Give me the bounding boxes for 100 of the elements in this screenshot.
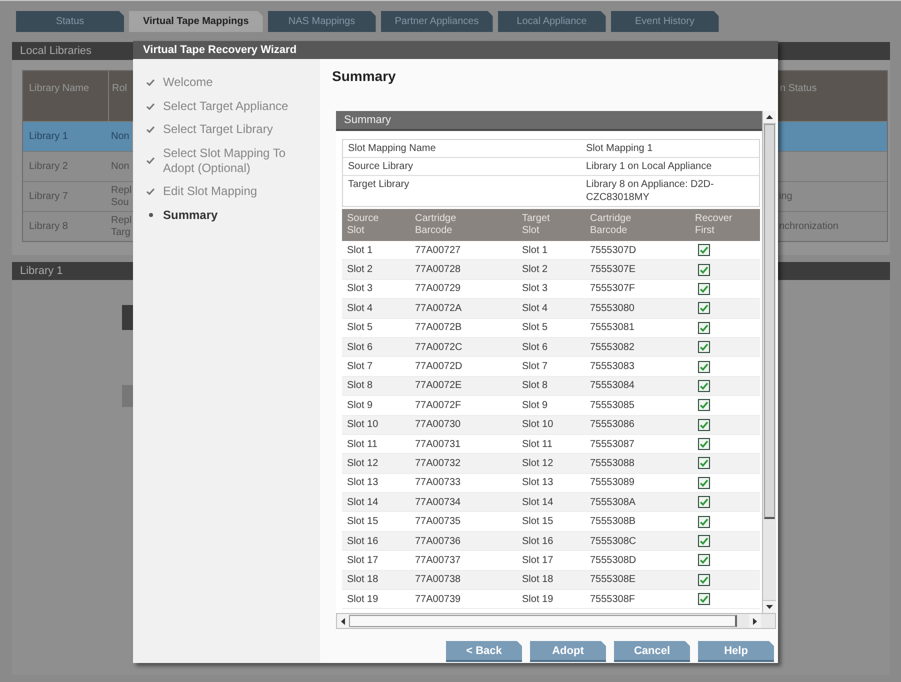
- table-cell-text: 77A00736: [414, 536, 462, 547]
- table-cell-text: Slot 7: [346, 361, 374, 372]
- table-cell[interactable]: Library 2: [23, 152, 108, 181]
- scrollbar-thumb[interactable]: [764, 124, 775, 519]
- table-cell[interactable]: [777, 122, 887, 151]
- table-cell-text: 77A0072A: [414, 302, 463, 314]
- table-cell[interactable]: ing: [777, 182, 887, 211]
- table-cell-text: 75553087: [589, 438, 636, 450]
- scroll-left-button[interactable]: [337, 614, 349, 628]
- check-icon: [146, 126, 155, 133]
- scroll-up-button[interactable]: [763, 111, 776, 124]
- tab[interactable]: Virtual Tape Mappings: [129, 11, 263, 32]
- checkbox[interactable]: [698, 496, 710, 508]
- table-cell[interactable]: Library 8: [23, 212, 108, 241]
- table-cell-text: Slot 11: [346, 438, 378, 450]
- horizontal-scrollbar[interactable]: [336, 613, 776, 629]
- table-cell-text: Slot 13: [346, 477, 380, 488]
- tab[interactable]: NAS Mappings: [268, 11, 376, 32]
- column-header: Cartridge Barcode: [414, 213, 456, 237]
- checkbox[interactable]: [698, 535, 710, 548]
- table-cell-text: Slot 3: [521, 283, 549, 294]
- checkbox[interactable]: [698, 264, 710, 276]
- table-cell-text: 77A0072F: [414, 400, 462, 411]
- table-cell-text: 7555308E: [589, 574, 637, 586]
- table-cell-text: Slot 10: [521, 419, 554, 430]
- tab[interactable]: Status: [16, 11, 124, 32]
- table-cell-text: Slot 2: [346, 264, 374, 276]
- table-cell-text: 75553081: [589, 322, 636, 334]
- dialog-button[interactable]: Help: [698, 641, 774, 662]
- table-cell-text: Slot 17: [346, 554, 380, 566]
- table-cell-text: 77A00739: [414, 594, 462, 605]
- vertical-scrollbar[interactable]: [762, 111, 776, 613]
- table-cell-text: Slot 19: [346, 594, 380, 605]
- checkbox[interactable]: [698, 554, 710, 566]
- up-arrow-icon: [766, 115, 773, 119]
- table-cell-text: Slot 3: [346, 283, 374, 294]
- checkbox[interactable]: [698, 399, 710, 412]
- tab[interactable]: Local Appliance: [498, 11, 606, 32]
- table-cell-text: 77A00730: [414, 419, 462, 430]
- table-cell-text: 77A00737: [414, 554, 462, 566]
- scroll-right-button[interactable]: [749, 614, 761, 628]
- table-cell-text: Slot 18: [521, 574, 554, 586]
- table-cell[interactable]: Non: [108, 152, 132, 181]
- dialog-button[interactable]: Cancel: [614, 641, 690, 662]
- table-cell-text: Slot 10: [346, 419, 380, 430]
- step-label: Select Target Appliance: [163, 98, 290, 114]
- table-cell-text: Slot 8: [346, 380, 374, 392]
- device-block: [122, 305, 133, 330]
- table-cell-text: 7555308F: [589, 594, 636, 605]
- table-cell-text: 75553088: [589, 458, 636, 469]
- tab[interactable]: Event History: [610, 11, 719, 32]
- scrollbar-thumb[interactable]: [349, 615, 737, 627]
- checkbox[interactable]: [698, 457, 710, 470]
- page-heading: Summary: [332, 68, 396, 85]
- detail-label: Target Library: [347, 178, 410, 192]
- table-cell-text: 7555307E: [589, 264, 637, 276]
- checkbox[interactable]: [698, 380, 710, 392]
- dialog-button[interactable]: Adopt: [530, 641, 606, 662]
- table-cell[interactable]: Repl Sou: [108, 182, 132, 211]
- scroll-down-button[interactable]: [763, 600, 776, 613]
- checkbox[interactable]: [698, 302, 710, 314]
- checkbox[interactable]: [698, 360, 710, 373]
- table-cell-text: Slot 14: [521, 496, 554, 508]
- checkbox[interactable]: [698, 574, 710, 586]
- checkbox[interactable]: [698, 438, 710, 450]
- checkbox[interactable]: [698, 516, 710, 528]
- detail-label: Source Library: [347, 160, 414, 174]
- checkbox[interactable]: [698, 244, 710, 256]
- table-cell[interactable]: Library 7: [23, 182, 108, 211]
- table-cell-text: 75553085: [589, 400, 636, 411]
- table-cell[interactable]: nchronization: [777, 212, 887, 241]
- step-label: Welcome: [163, 75, 214, 90]
- checkbox[interactable]: [698, 593, 710, 606]
- step-label: Summary: [163, 208, 219, 222]
- right-arrow-icon: [753, 618, 757, 624]
- down-arrow-icon: [766, 605, 773, 609]
- table-cell[interactable]: Repl Targ: [108, 212, 132, 241]
- column-header: n Status: [779, 82, 818, 96]
- checkbox[interactable]: [698, 418, 710, 431]
- table-cell[interactable]: Non: [108, 122, 132, 151]
- table-cell-text: Slot 16: [346, 536, 380, 547]
- table-cell-text: 77A00733: [414, 477, 462, 488]
- checkbox[interactable]: [698, 282, 710, 295]
- checkbox[interactable]: [698, 476, 710, 489]
- step-label: Edit Slot Mapping: [163, 184, 258, 199]
- table-cell-text: 77A00732: [414, 458, 462, 469]
- checkbox[interactable]: [698, 322, 710, 334]
- table-cell-text: 77A0072B: [414, 322, 463, 334]
- table-cell-text: Slot 9: [521, 400, 549, 411]
- table-cell-text: 77A00731: [414, 438, 462, 450]
- checkbox[interactable]: [698, 341, 710, 354]
- table-cell[interactable]: [777, 152, 887, 181]
- table-cell[interactable]: Library 1: [23, 122, 108, 151]
- dialog-button[interactable]: < Back: [446, 641, 522, 662]
- table-cell-text: Slot 12: [346, 458, 380, 469]
- detail-value: Library 1 on Local Appliance: [585, 160, 713, 174]
- tab[interactable]: Partner Appliances: [380, 11, 493, 32]
- table-cell-text: Slot 15: [521, 516, 554, 528]
- table-cell-text: 77A00728: [414, 264, 462, 276]
- table-cell-text: 7555308D: [589, 554, 638, 566]
